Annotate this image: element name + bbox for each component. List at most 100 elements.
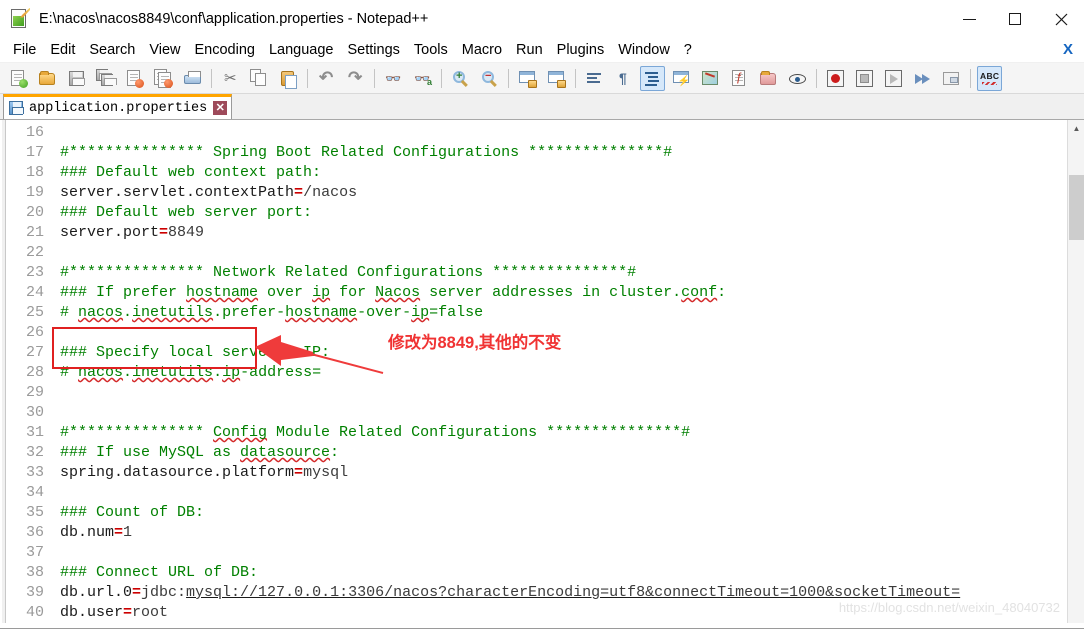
code-token: inetutils: [132, 304, 214, 321]
word-wrap-button[interactable]: [582, 66, 607, 91]
code-token: ### Connect URL of DB:: [60, 564, 259, 581]
menu-language[interactable]: Language: [262, 39, 341, 62]
sync-vertical-scroll-button[interactable]: [515, 66, 540, 91]
find-button[interactable]: 👓: [381, 66, 406, 91]
tab-application-properties[interactable]: application.properties ✕: [3, 94, 233, 119]
code-token: :: [717, 284, 727, 301]
line-number: 16: [25, 124, 44, 141]
window-controls: [946, 0, 1084, 38]
code-token: db.num: [60, 524, 115, 541]
code-line: spring.datasource.platform=mysql: [60, 463, 1084, 483]
close-document-button[interactable]: X: [1063, 41, 1073, 59]
toolbar-separator: [970, 68, 971, 88]
code-token: hostname: [186, 284, 259, 301]
tab-bar: application.properties ✕: [0, 94, 1084, 120]
scrollbar-thumb[interactable]: [1069, 175, 1084, 240]
stop-recording-button[interactable]: [852, 66, 877, 91]
line-number: 19: [25, 184, 44, 201]
code-token: #: [60, 304, 79, 321]
code-text-area[interactable]: #*************** Spring Boot Related Con…: [52, 120, 1084, 623]
document-map-icon: [701, 69, 720, 88]
line-number: 30: [25, 404, 44, 421]
code-token: for: [330, 284, 376, 301]
menu-plugins[interactable]: Plugins: [550, 39, 612, 62]
close-window-button[interactable]: [1038, 0, 1084, 38]
sync-horizontal-scroll-button[interactable]: [544, 66, 569, 91]
user-defined-dialog-button[interactable]: ⚡: [669, 66, 694, 91]
folder-as-workspace-button[interactable]: [756, 66, 781, 91]
menu-edit[interactable]: Edit: [43, 39, 82, 62]
code-token: =: [294, 464, 304, 481]
code-token: 8849: [168, 224, 205, 241]
run-macro-multiple-button[interactable]: [910, 66, 935, 91]
menu-search[interactable]: Search: [82, 39, 142, 62]
code-token: ip: [411, 304, 430, 321]
open-file-button[interactable]: [35, 66, 60, 91]
new-file-button[interactable]: [6, 66, 31, 91]
scroll-up-arrow[interactable]: ▲: [1068, 120, 1084, 137]
paste-button[interactable]: [276, 66, 301, 91]
vertical-scrollbar[interactable]: ▲: [1067, 120, 1084, 623]
monitoring-button[interactable]: [785, 66, 810, 91]
zoom-in-button[interactable]: +: [448, 66, 473, 91]
minimize-button[interactable]: [946, 0, 992, 38]
cut-button[interactable]: ✂: [218, 66, 243, 91]
code-token: .: [213, 364, 223, 381]
minimize-icon: [962, 18, 976, 20]
menu-macro[interactable]: Macro: [455, 39, 509, 62]
code-token: ip: [222, 364, 241, 381]
menu-window[interactable]: Window: [611, 39, 677, 62]
copy-button[interactable]: [247, 66, 272, 91]
tab-close-button[interactable]: ✕: [213, 101, 228, 115]
play-macro-button[interactable]: [881, 66, 906, 91]
menu-run[interactable]: Run: [509, 39, 550, 62]
print-button[interactable]: [180, 66, 205, 91]
record-macro-button[interactable]: [823, 66, 848, 91]
show-all-characters-button[interactable]: ¶: [611, 66, 636, 91]
menu-tools[interactable]: Tools: [407, 39, 455, 62]
menu-encoding[interactable]: Encoding: [188, 39, 262, 62]
menu-settings[interactable]: Settings: [340, 39, 406, 62]
replace-button[interactable]: 👓 a: [410, 66, 435, 91]
save-macro-button[interactable]: [939, 66, 964, 91]
code-token: Module Related Configurations **********…: [267, 424, 691, 441]
menu-help[interactable]: ?: [677, 39, 699, 62]
spell-check-button[interactable]: ABC: [977, 65, 1002, 91]
sync-horizontal-scroll-icon: [547, 69, 566, 88]
function-list-button[interactable]: ƒ: [727, 66, 752, 91]
indent-guide-button[interactable]: [640, 65, 665, 91]
maximize-button[interactable]: [992, 0, 1038, 38]
menu-view[interactable]: View: [142, 39, 187, 62]
save-all-button[interactable]: [93, 66, 118, 91]
close-file-button[interactable]: [122, 66, 147, 91]
monitoring-icon: [788, 69, 807, 88]
code-token: ### If use MySQL as: [60, 444, 241, 461]
code-token: 1: [123, 524, 133, 541]
line-number: 33: [25, 464, 44, 481]
line-number: 24: [25, 284, 44, 301]
redo-button[interactable]: ↷: [343, 66, 368, 91]
close-all-files-button[interactable]: [151, 66, 176, 91]
document-map-button[interactable]: [698, 66, 723, 91]
editor-area: 16 17 18 19 20 21 22 23 24 25 26 27 28 29 30 31 32 33 34 35…: [0, 120, 1084, 623]
paste-icon: [279, 69, 298, 89]
zoom-out-button[interactable]: −: [477, 66, 502, 91]
toolbar-separator: [508, 68, 509, 88]
menu-file[interactable]: File: [6, 39, 43, 62]
line-number: 25: [25, 304, 44, 321]
code-line: ### Connect URL of DB:: [60, 563, 1084, 583]
save-button[interactable]: [64, 66, 89, 91]
code-token: ### If prefer: [60, 284, 187, 301]
toolbar-separator: [816, 68, 817, 88]
code-token: root: [132, 604, 169, 621]
code-token: jdbc:: [141, 584, 187, 601]
undo-button[interactable]: ↶: [314, 66, 339, 91]
line-number: 27: [25, 344, 44, 361]
code-line: #*************** Spring Boot Related Con…: [60, 143, 1084, 163]
notepad-plus-plus-icon: [9, 7, 31, 30]
code-token: ip: [312, 284, 331, 301]
